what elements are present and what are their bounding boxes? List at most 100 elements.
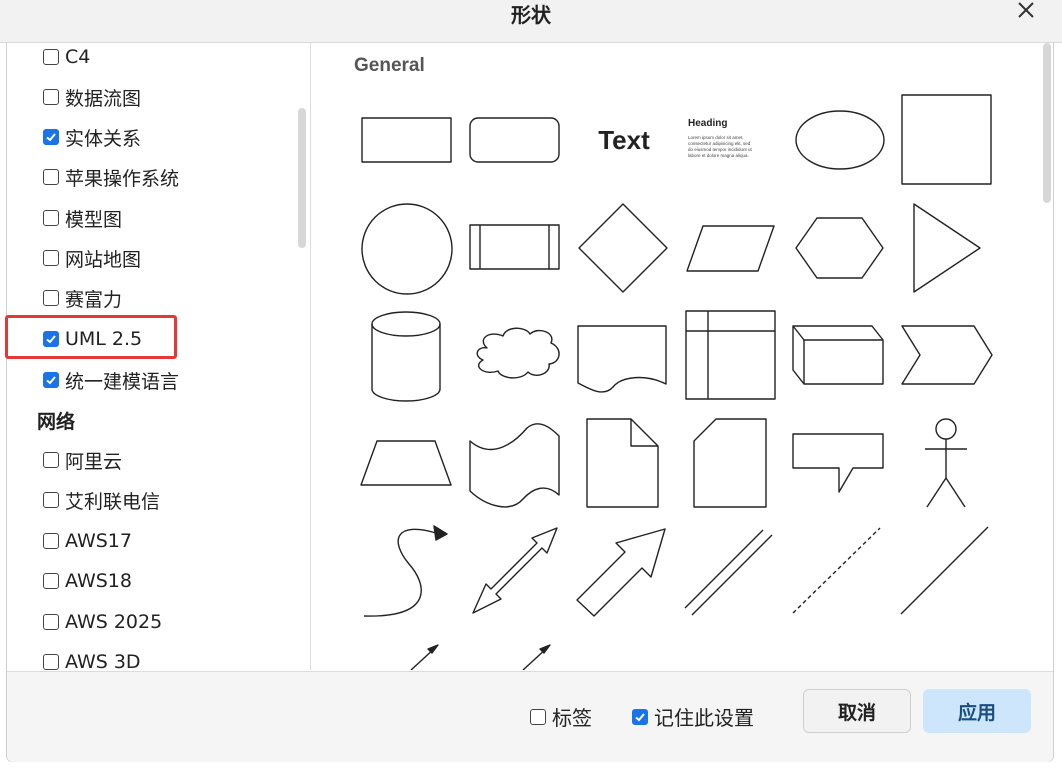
library-item-label: 阿里云	[65, 450, 123, 473]
library-item-uml25[interactable]: UML 2.5	[43, 322, 142, 356]
dialog-title: 形状	[511, 3, 551, 27]
line-shape	[900, 526, 989, 615]
library-item-label: C4	[65, 46, 91, 68]
library-item-label: 艾利联电信	[65, 490, 161, 513]
cancel-button[interactable]: 取消	[803, 689, 911, 733]
library-item-label: 苹果操作系统	[65, 167, 180, 190]
library-item-salesforce[interactable]: 赛富力	[43, 281, 122, 315]
checkbox-mockup[interactable]	[43, 210, 59, 226]
checkbox-labels[interactable]	[530, 708, 546, 725]
diamond-shape	[578, 203, 668, 293]
parallelogram-shape	[686, 225, 775, 272]
connector-arrow-shape-1	[410, 644, 439, 670]
library-item-label: AWS 3D	[65, 651, 141, 670]
process-shape	[469, 224, 560, 270]
checkbox-allied-telesis[interactable]	[43, 492, 59, 508]
tape-shape	[469, 423, 560, 508]
curved-arrow-head	[433, 525, 448, 541]
cube-shape	[792, 325, 884, 385]
curved-arrow-shape	[363, 528, 437, 617]
heading-shape-body-3: do eiusmod tempor incididunt ut	[688, 147, 753, 152]
heading-shape-title: Heading	[688, 118, 727, 129]
trapezoid-shape	[360, 440, 452, 486]
content-scrollbar[interactable]	[1043, 43, 1051, 203]
circle-shape	[361, 203, 453, 295]
library-item-label: UML 2.5	[65, 328, 143, 350]
library-item-label: AWS 2025	[65, 611, 163, 633]
connector-arrow-shape-2	[522, 644, 551, 670]
section-network-heading: 网络	[37, 411, 76, 433]
labels-option-label: 标签	[552, 706, 592, 730]
library-item-entity-relation[interactable]: 实体关系	[43, 120, 141, 154]
library-item-apple-os[interactable]: 苹果操作系统	[43, 160, 179, 194]
checkbox-apple-os[interactable]	[43, 169, 59, 185]
text-shape: Text	[598, 125, 650, 155]
internal-storage-shape	[685, 310, 776, 400]
library-item-aws3d[interactable]: AWS 3D	[43, 645, 141, 670]
dialog-footer: 标签 记住此设置 取消 应用	[7, 671, 1053, 762]
heading-shape-body-1: Lorem ipsum dolor sit amet,	[688, 135, 744, 140]
shape-library-list[interactable]: C4 数据流图 实体关系 苹果操作系统 模型图 网站地图 赛富力 UML 2.5…	[7, 43, 311, 670]
checkbox-sitemap[interactable]	[43, 250, 59, 266]
checkbox-remember-setting[interactable]	[632, 708, 648, 725]
actor-shape	[925, 418, 967, 508]
close-icon[interactable]	[1012, 0, 1040, 24]
checkbox-aws18[interactable]	[43, 573, 59, 589]
cylinder-shape	[371, 311, 441, 402]
double-line-shape	[684, 529, 773, 616]
triangle-shape	[913, 203, 981, 293]
library-item-c4[interactable]: C4	[43, 43, 90, 74]
checkbox-alibaba[interactable]	[43, 452, 59, 468]
cloud-shape	[476, 327, 560, 379]
library-item-allied-telesis[interactable]: 艾利联电信	[43, 483, 160, 517]
library-item-label: 赛富力	[65, 288, 123, 311]
checkbox-aws3d[interactable]	[43, 654, 59, 670]
single-arrow-shape	[576, 528, 666, 617]
labels-option[interactable]: 标签	[530, 702, 592, 731]
library-item-alibaba[interactable]: 阿里云	[43, 443, 122, 477]
remember-setting-label: 记住此设置	[654, 706, 754, 730]
library-item-aws18[interactable]: AWS18	[43, 564, 132, 598]
document-shape	[577, 325, 667, 393]
checkbox-uml[interactable]	[43, 372, 59, 388]
library-item-label: 实体关系	[65, 127, 142, 150]
checkbox-c4[interactable]	[43, 49, 59, 65]
library-item-label: 统一建模语言	[65, 370, 180, 393]
checkbox-uml25[interactable]	[43, 331, 59, 347]
hexagon-shape	[795, 217, 884, 279]
step-shape	[901, 325, 993, 385]
library-item-sitemap[interactable]: 网站地图	[43, 241, 141, 275]
library-item-label: 网站地图	[65, 248, 142, 271]
library-item-label: AWS18	[65, 570, 132, 592]
checkbox-entity-relation[interactable]	[43, 129, 59, 145]
checkbox-aws2025[interactable]	[43, 614, 59, 630]
library-item-mockup[interactable]: 模型图	[43, 201, 122, 235]
checkbox-salesforce[interactable]	[43, 290, 59, 306]
dashed-line-shape	[792, 527, 881, 614]
callout-shape	[792, 433, 884, 493]
rounded-rectangle-shape	[469, 117, 560, 163]
dialog-titlebar: 形状	[0, 0, 1062, 43]
checkbox-aws17[interactable]	[43, 533, 59, 549]
library-item-label: 数据流图	[65, 87, 142, 110]
checkbox-dataflow[interactable]	[43, 89, 59, 105]
note-shape	[586, 418, 659, 508]
square-shape	[901, 94, 992, 185]
library-item-label: AWS17	[65, 530, 132, 552]
card-shape	[693, 418, 767, 508]
heading-shape-body-2: consectetur adipisicing elit, sed	[688, 141, 751, 146]
shapes-grid: Text Heading Lorem ipsum dolor sit amet,…	[360, 94, 993, 670]
heading-shape-body-4: labore et dolore magna aliqua.	[688, 153, 749, 158]
bidirectional-arrow-shape	[472, 527, 558, 614]
library-item-dataflow[interactable]: 数据流图	[43, 80, 141, 114]
library-item-label: 模型图	[65, 208, 123, 231]
sidebar-scrollbar[interactable]	[298, 108, 306, 248]
shape-preview-panel: General Text Heading Lorem ipsum dolor s…	[311, 43, 1053, 670]
apply-button[interactable]: 应用	[923, 689, 1031, 733]
library-item-aws2025[interactable]: AWS 2025	[43, 605, 162, 639]
library-item-aws17[interactable]: AWS17	[43, 524, 132, 558]
ellipse-shape	[795, 110, 885, 170]
library-item-uml[interactable]: 统一建模语言	[43, 363, 179, 397]
rectangle-shape	[361, 117, 452, 163]
remember-setting-option[interactable]: 记住此设置	[632, 702, 754, 731]
